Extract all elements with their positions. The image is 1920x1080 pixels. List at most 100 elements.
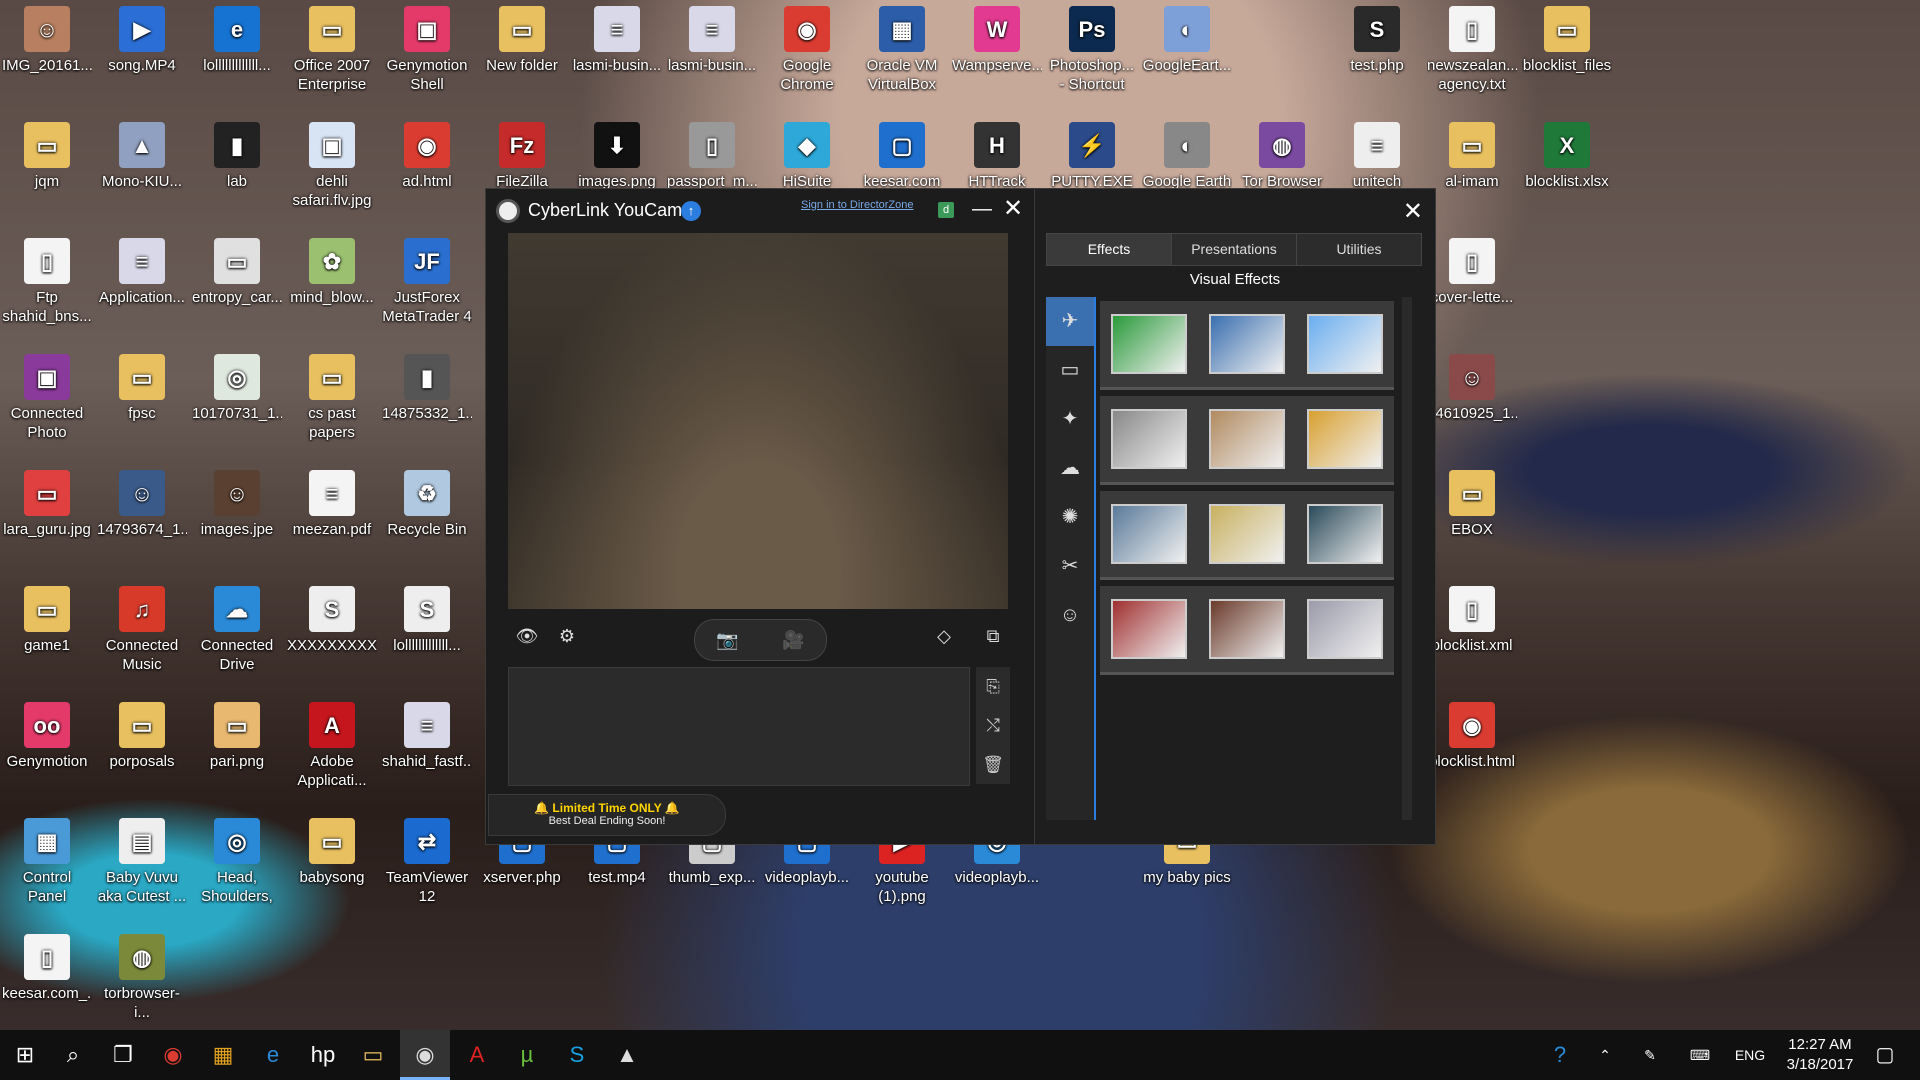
desktop-icon[interactable]: ☺ IMG_20161... <box>2 0 92 75</box>
hp-icon[interactable]: hp <box>298 1030 348 1080</box>
desktop-icon[interactable]: ☺ images.jpe <box>192 464 282 539</box>
desktop-icon[interactable]: ▭ lara_guru.jpg <box>2 464 92 539</box>
edge-icon[interactable]: e <box>248 1030 298 1080</box>
effect-thumbnail[interactable] <box>1111 314 1187 374</box>
desktop-icon[interactable]: ☺ 14610925_1... <box>1427 348 1517 423</box>
desktop-icon[interactable]: ☺ 14793674_1... <box>97 464 187 539</box>
pen-icon[interactable]: ✎ <box>1635 1030 1665 1080</box>
desktop-icon[interactable]: Fz FileZilla <box>477 116 567 191</box>
desktop-icon[interactable]: ▶ song.MP4 <box>97 0 187 75</box>
help-icon[interactable]: ? <box>1545 1030 1575 1080</box>
desktop-icon[interactable]: ≡ unitech <box>1332 116 1422 191</box>
desktop-icon[interactable]: A Adobe Applicati... <box>287 696 377 790</box>
desktop-icon[interactable]: ▭ fpsc <box>97 348 187 423</box>
desktop-icon[interactable]: e lolllllllllllll... <box>192 0 282 75</box>
desktop-icon[interactable]: ▭ babysong <box>287 812 377 887</box>
desktop-icon[interactable]: ▭ porposals <box>97 696 187 771</box>
effects-scrollbar[interactable] <box>1402 297 1412 820</box>
desktop-icon[interactable]: ▭ al-imam <box>1427 116 1517 191</box>
sign-in-link[interactable]: Sign in to DirectorZone <box>801 199 914 211</box>
show-hidden-icons-chevron[interactable]: ⌃ <box>1590 1030 1620 1080</box>
desktop-icon[interactable]: ▭ entropy_car... <box>192 232 282 307</box>
desktop-icon[interactable]: ▯ passport_m... <box>667 116 757 191</box>
desktop-icon[interactable]: ▭ game1 <box>2 580 92 655</box>
effect-thumbnail[interactable] <box>1111 504 1187 564</box>
youcam-taskbar-icon[interactable]: ◉ <box>400 1030 450 1080</box>
close-button[interactable]: ✕ <box>1001 195 1025 223</box>
desktop-icon[interactable]: ▭ Office 2007 Enterprise full <box>287 0 377 96</box>
desktop-icon[interactable]: ▯ Ftp shahid_bns... <box>2 232 92 326</box>
desktop-icon[interactable]: Xblocklist.xlsx <box>1522 116 1612 191</box>
desktop-icon[interactable]: ⇄ TeamViewer 12 <box>382 812 472 906</box>
keyboard-icon[interactable]: ⌨ <box>1685 1030 1715 1080</box>
video-record-button[interactable]: 🎥 <box>761 620 826 660</box>
promo-banner[interactable]: 🔔 Limited Time ONLY 🔔 Best Deal Ending S… <box>488 794 726 836</box>
capture-gallery[interactable] <box>508 667 970 786</box>
panel-close-button[interactable]: ✕ <box>1403 197 1423 226</box>
desktop-icon[interactable]: ▮ lab <box>192 116 282 191</box>
skype-icon[interactable]: S <box>552 1030 602 1080</box>
acrobat-icon[interactable]: A <box>452 1030 502 1080</box>
desktop-icon[interactable]: JF JustForex MetaTrader 4 <box>382 232 472 326</box>
file-explorer-icon[interactable]: ▭ <box>348 1030 398 1080</box>
fullscreen-toggle-icon[interactable]: ⧉ <box>978 626 1008 647</box>
desktop-icon[interactable]: ▲ Mono-KIU... <box>97 116 187 191</box>
desktop-icon[interactable]: ▭ EBOX <box>1427 464 1517 539</box>
desktop-icon[interactable]: ◐ Google Earth <box>1142 116 1232 191</box>
desktop-icon[interactable]: ▦ Oracle VM VirtualBox <box>857 0 947 94</box>
desktop-icon[interactable]: ▯ cover-lette... <box>1427 232 1517 307</box>
desktop-icon[interactable]: ≡ lasmi-busin... <box>572 0 662 75</box>
desktop-icon[interactable]: ▣ dehli safari.flv.jpg <box>287 116 377 210</box>
desktop-icon[interactable]: ▮ 14875332_1... <box>382 348 472 423</box>
desktop-icon[interactable]: ♫ Connected Music <box>97 580 187 674</box>
desktop-icon[interactable]: ◆ HiSuite <box>762 116 852 191</box>
desktop-icon[interactable]: ◉ blocklist.html <box>1427 696 1517 771</box>
desktop-icon[interactable]: ▭ jqm <box>2 116 92 191</box>
update-icon[interactable]: ↑ <box>681 201 701 221</box>
desktop-icon[interactable]: ♻ Recycle Bin <box>382 464 472 539</box>
particle-icon[interactable]: ✦ <box>1046 395 1094 444</box>
effect-thumbnail[interactable] <box>1209 409 1285 469</box>
desktop-icon[interactable]: ✿ mind_blow... <box>287 232 377 307</box>
desktop-icon[interactable]: W Wampserve... <box>952 0 1042 75</box>
desktop-icon[interactable]: ≡ Application... <box>97 232 187 307</box>
camera-snapshot-button[interactable]: 📷 <box>695 620 760 660</box>
photos-icon[interactable]: ▦ <box>198 1030 248 1080</box>
desktop-icon[interactable]: Ps Photoshop... - Shortcut <box>1047 0 1137 94</box>
effect-thumbnail[interactable] <box>1209 504 1285 564</box>
desktop-icon[interactable]: ⬇ images.png <box>572 116 662 191</box>
directorzone-icon[interactable]: d <box>938 202 954 218</box>
settings-gear-icon[interactable]: ⚙ <box>552 626 582 647</box>
avatar-icon[interactable]: ☺ <box>1046 591 1094 640</box>
desktop-icon[interactable]: ☁ Connected Drive <box>192 580 282 674</box>
desktop-icon[interactable]: ◐ GoogleEart... <box>1142 0 1232 75</box>
desktop-icon[interactable]: ▭ New folder <box>477 0 567 75</box>
desktop-icon[interactable]: H HTTrack <box>952 116 1042 191</box>
desktop-icon[interactable]: ≡ shahid_fastf... <box>382 696 472 771</box>
filter-icon[interactable]: ☁ <box>1046 444 1094 493</box>
desktop-icon[interactable]: ◍ torbrowser-i... <box>97 928 187 1022</box>
desktop-icon[interactable]: ≡ lasmi-busin... <box>667 0 757 75</box>
distortion-icon[interactable]: ✺ <box>1046 493 1094 542</box>
tab-utilities[interactable]: Utilities <box>1297 234 1421 265</box>
clock[interactable]: 12:27 AM 3/18/2017 <box>1775 1035 1865 1075</box>
desktop-icon[interactable]: Stest.php <box>1332 0 1422 75</box>
share-icon[interactable]: ⤭ <box>976 706 1010 745</box>
desktop-icon[interactable]: Slolllllllllllll... <box>382 580 472 655</box>
desktop-icon[interactable]: ▦ Control Panel <box>2 812 92 906</box>
desktop-icon[interactable]: ▭ cs past papers <box>287 348 377 442</box>
emotion-icon[interactable]: ✂ <box>1046 542 1094 591</box>
desktop-icon[interactable]: ▯ blocklist.xml <box>1427 580 1517 655</box>
effect-thumbnail[interactable] <box>1209 599 1285 659</box>
effect-thumbnail[interactable] <box>1209 314 1285 374</box>
desktop-icon[interactable]: ▯ newszealan... agency.txt <box>1427 0 1517 94</box>
desktop-icon[interactable]: ◍ Tor Browser <box>1237 116 1327 191</box>
effect-thumbnail[interactable] <box>1111 599 1187 659</box>
desktop-icon[interactable]: ▢ keesar.com <box>857 116 947 191</box>
start-button[interactable]: ⊞ <box>0 1030 50 1080</box>
desktop-icon[interactable]: ◎ Head, Shoulders, K... <box>192 812 282 908</box>
effect-thumbnail[interactable] <box>1307 599 1383 659</box>
desktop-icon[interactable]: S XXXXXXXXX... <box>287 580 377 655</box>
effect-thumbnail[interactable] <box>1307 409 1383 469</box>
desktop-icon[interactable]: ▤ Baby Vuvu aka Cutest ... <box>97 812 187 906</box>
